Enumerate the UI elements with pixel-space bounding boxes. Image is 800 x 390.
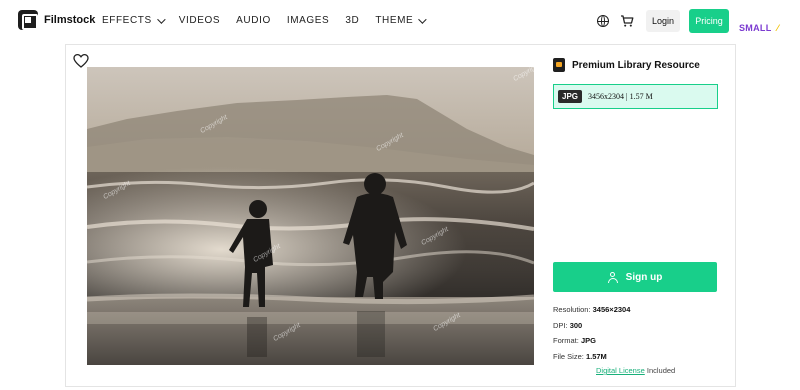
cart-icon[interactable] [620,14,634,28]
format-row: Format: JPG [553,336,596,345]
filesize-value: 1.57M [585,352,607,361]
filmstock-logo-icon [18,10,38,30]
nav-label: IMAGES [286,15,330,26]
dpi-label: DPI: [553,321,568,330]
small-badge[interactable]: SMALL ⁄ [739,23,779,33]
premium-text: Premium Library Resource [572,59,700,71]
brand-name: Filmstock [44,14,96,26]
top-navigation-bar: Filmstock EFFECTS VIDEOS AUDIO IMAGES 3D… [0,0,800,42]
nav-label: AUDIO [236,15,271,26]
nav-label: THEME [375,15,414,26]
format-option[interactable]: JPG 3456x2304 | 1.57 M [553,84,718,109]
nav-item-3d[interactable]: 3D [345,15,359,26]
nav-label: 3D [345,15,360,26]
nav-item-audio[interactable]: AUDIO [236,15,271,26]
license-note: Digital License Included [596,366,675,375]
brand-logo[interactable]: Filmstock [18,10,95,30]
pricing-button[interactable]: Pricing [689,9,729,33]
main-nav: EFFECTS VIDEOS AUDIO IMAGES 3D THEME [102,14,440,26]
resolution-label: Resolution: [553,305,591,314]
filesize-row: File Size: 1.57M [553,352,607,361]
nav-item-videos[interactable]: VIDEOS [179,15,220,26]
dpi-value: 300 [569,321,583,330]
nav-label: VIDEOS [178,15,221,26]
badge-mark-icon: ⁄ [774,23,779,33]
nav-item-effects[interactable]: EFFECTS [102,14,166,26]
resolution-value: 3456×2304 [592,305,631,314]
filesize-label: File Size: [553,352,584,361]
digital-license-link[interactable]: Digital License [596,366,645,375]
preview-image[interactable]: Copyright Copyright Copyright Copyright … [87,67,534,365]
user-icon [607,271,618,283]
nav-item-images[interactable]: IMAGES [287,15,330,26]
dpi-row: DPI: 300 [553,321,582,330]
premium-resource-label: Premium Library Resource [553,58,700,72]
chevron-down-icon [156,14,166,24]
premium-crown-icon [553,58,565,72]
login-button[interactable]: Login [646,10,680,32]
resolution-row: Resolution: 3456×2304 [553,305,630,314]
badge-label: SMALL [739,23,772,33]
format-label: Format: [553,336,579,345]
format-info: 3456x2304 | 1.57 M [588,92,653,101]
license-suffix: Included [644,366,676,375]
sign-up-label: Sign up [625,271,663,283]
nav-label: EFFECTS [102,15,152,26]
globe-icon[interactable] [597,15,609,27]
beach-photo [87,67,534,365]
chevron-down-icon [418,14,427,24]
sign-up-button[interactable]: Sign up [553,262,717,292]
format-value: JPG [580,336,596,345]
nav-item-theme[interactable]: THEME [375,14,427,26]
format-tag: JPG [558,90,583,103]
